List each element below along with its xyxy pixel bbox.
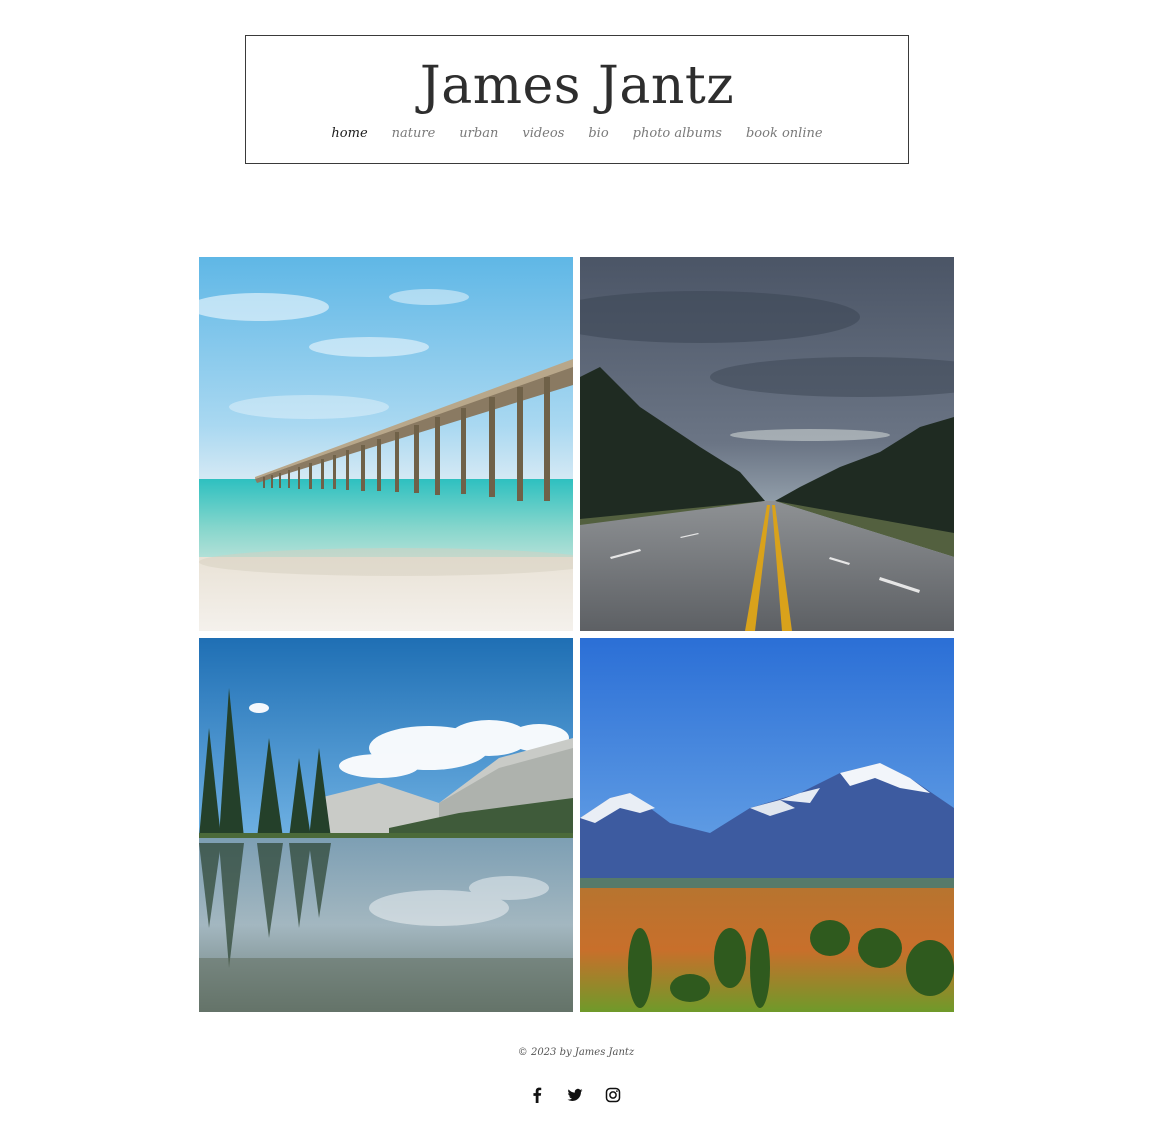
nav-item-nature[interactable]: nature <box>380 125 448 143</box>
twitter-link[interactable] <box>564 1084 586 1106</box>
instagram-link[interactable] <box>602 1084 624 1106</box>
nav-item-videos[interactable]: videos <box>510 125 576 143</box>
facebook-link[interactable] <box>526 1084 548 1106</box>
social-bar <box>526 1084 626 1106</box>
ocean-pier-photo <box>199 257 573 631</box>
snowy-mountains-photo <box>580 638 954 1012</box>
highway-road-photo <box>580 257 954 631</box>
gallery-image-road[interactable] <box>580 257 954 631</box>
gallery-image-pier[interactable] <box>199 257 573 631</box>
nav-item-home[interactable]: home <box>319 125 379 143</box>
main-nav: home nature urban videos bio photo album… <box>246 125 908 143</box>
site-header: James Jantz home nature urban videos bio… <box>245 35 909 164</box>
footer-copyright: © 2023 by James Jantz <box>517 1047 635 1058</box>
twitter-icon <box>567 1088 583 1101</box>
instagram-icon <box>605 1087 621 1103</box>
nav-item-bio[interactable]: bio <box>576 125 620 143</box>
mountain-lake-photo <box>199 638 573 1012</box>
facebook-icon <box>533 1087 542 1103</box>
nav-item-book-online[interactable]: book online <box>734 125 835 143</box>
site-title[interactable]: James Jantz <box>246 54 908 118</box>
nav-item-photo-albums[interactable]: photo albums <box>621 125 734 143</box>
nav-item-urban[interactable]: urban <box>447 125 510 143</box>
gallery-image-mountains[interactable] <box>580 638 954 1012</box>
gallery-image-lake[interactable] <box>199 638 573 1012</box>
